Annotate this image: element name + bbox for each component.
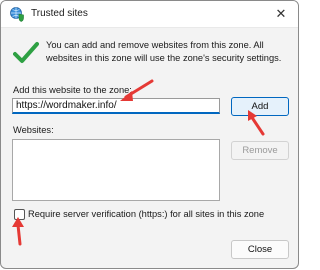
website-url-input[interactable]: https://wordmaker.info/ (12, 98, 220, 114)
title-bar: Trusted sites ✕ (1, 1, 298, 28)
websites-list[interactable] (12, 139, 220, 201)
remove-button: Remove (231, 141, 289, 160)
https-verification-checkbox[interactable] (14, 209, 25, 220)
close-button[interactable]: Close (231, 240, 289, 259)
add-website-label: Add this website to the zone: (13, 85, 132, 95)
green-check-icon (13, 41, 39, 65)
websites-label: Websites: (13, 125, 54, 135)
window-title: Trusted sites (31, 8, 88, 19)
close-icon[interactable]: ✕ (270, 4, 292, 24)
globe-shield-icon (9, 6, 25, 22)
https-verification-label[interactable]: Require server verification (https:) for… (28, 209, 264, 219)
info-text: You can add and remove websites from thi… (46, 40, 282, 63)
trusted-sites-dialog: Trusted sites ✕ You can add and remove w… (0, 0, 299, 269)
add-button[interactable]: Add (231, 97, 289, 116)
